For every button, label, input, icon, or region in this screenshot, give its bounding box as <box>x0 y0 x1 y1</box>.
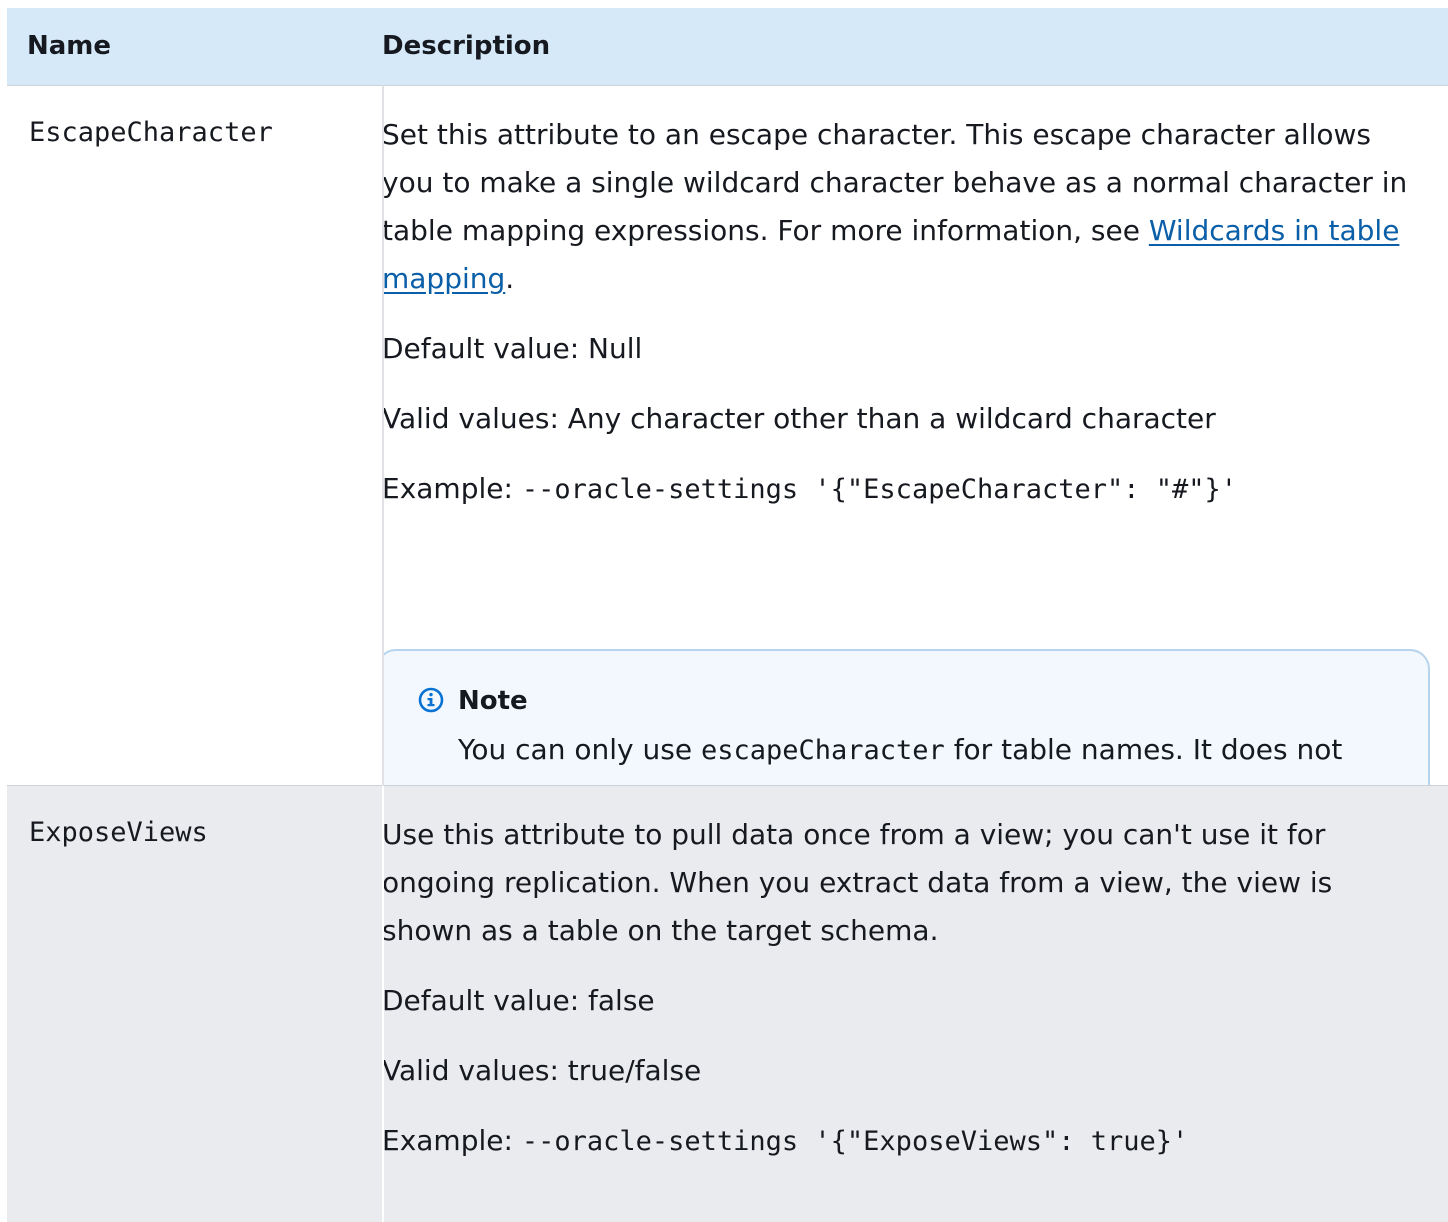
info-circle-icon <box>418 687 444 713</box>
note-code: escapeCharacter <box>700 735 945 766</box>
header-description-label: Description <box>382 31 551 61</box>
table-row-name: ExposeViews <box>7 785 382 1222</box>
settings-table: Name Description EscapeCharacter Set thi… <box>7 8 1448 1222</box>
attribute-name: ExposeViews <box>29 817 208 848</box>
description-paragraph: Use this attribute to pull data once fro… <box>382 818 1333 947</box>
example: Example: --oracle-settings '{"EscapeChar… <box>382 472 1238 505</box>
example-code: --oracle-settings '{"EscapeCharacter": "… <box>521 474 1238 505</box>
valid-values: Valid values: true/false <box>382 1054 702 1087</box>
table-row-description: Use this attribute to pull data once fro… <box>382 785 1448 1222</box>
default-value: Default value: Null <box>382 332 643 365</box>
default-value: Default value: false <box>382 984 655 1017</box>
header-name-label: Name <box>27 31 112 61</box>
table-row-description: Set this attribute to an escape characte… <box>382 85 1448 785</box>
example: Example: --oracle-settings '{"ExposeView… <box>382 1124 1189 1157</box>
note-title: Note <box>418 683 1398 719</box>
note-callout: Note You can only use escapeCharacter fo… <box>384 649 1430 785</box>
description-paragraph: Set this attribute to an escape characte… <box>382 118 1408 295</box>
attribute-name: EscapeCharacter <box>29 117 273 148</box>
note-body: You can only use escapeCharacter for tab… <box>458 733 1343 785</box>
header-description: Description <box>382 8 1448 85</box>
example-code: --oracle-settings '{"ExposeViews": true}… <box>521 1126 1189 1157</box>
valid-values: Valid values: Any character other than a… <box>382 402 1216 435</box>
table-row-name: EscapeCharacter <box>7 85 382 785</box>
header-name: Name <box>7 8 382 85</box>
